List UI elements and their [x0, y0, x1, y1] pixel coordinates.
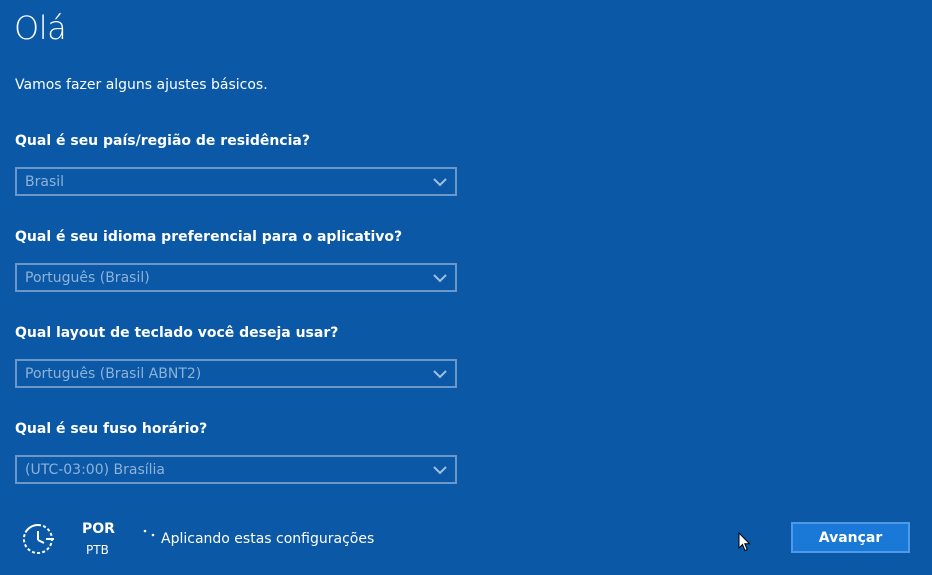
status-text: Aplicando estas configurações	[161, 531, 375, 547]
country-label: Qual é seu país/região de residência?	[15, 133, 310, 149]
language-label: Qual é seu idioma preferencial para o ap…	[15, 229, 403, 245]
next-button[interactable]: Avançar	[791, 522, 910, 553]
accessibility-icon[interactable]	[20, 521, 56, 557]
keyboard-select-value: Português (Brasil ABNT2)	[25, 366, 202, 382]
chevron-down-icon	[433, 464, 447, 476]
mouse-cursor-icon	[738, 531, 752, 552]
input-language-variant[interactable]: PTB	[86, 542, 109, 558]
timezone-label: Qual é seu fuso horário?	[15, 421, 208, 437]
page-title: Olá	[14, 9, 67, 47]
keyboard-label: Qual layout de teclado você deseja usar?	[15, 325, 339, 341]
chevron-down-icon	[433, 272, 447, 284]
timezone-select-value: (UTC-03:00) Brasília	[25, 462, 166, 478]
chevron-down-icon	[433, 368, 447, 380]
timezone-select[interactable]: (UTC-03:00) Brasília	[15, 455, 457, 484]
country-select[interactable]: Brasil	[15, 167, 457, 196]
chevron-down-icon	[433, 176, 447, 188]
input-language-code[interactable]: POR	[82, 520, 115, 538]
spinner-icon	[142, 527, 156, 541]
country-select-value: Brasil	[25, 174, 65, 190]
page-subtitle: Vamos fazer alguns ajustes básicos.	[15, 77, 268, 93]
language-select-value: Português (Brasil)	[25, 270, 150, 286]
keyboard-select[interactable]: Português (Brasil ABNT2)	[15, 359, 457, 388]
language-select[interactable]: Português (Brasil)	[15, 263, 457, 292]
